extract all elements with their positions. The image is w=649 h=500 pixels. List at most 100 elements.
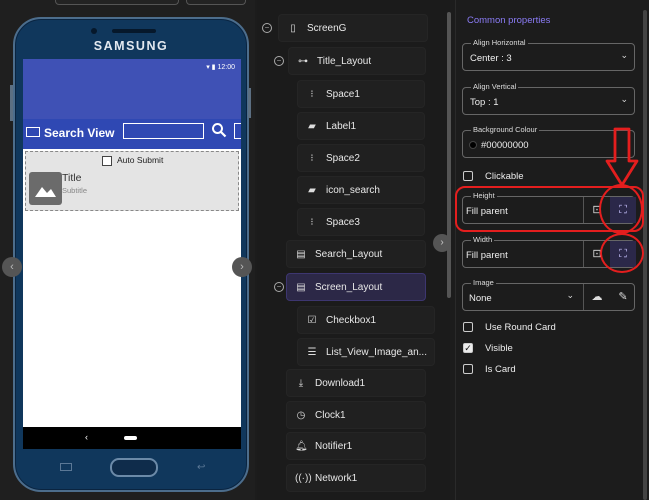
space-placeholder[interactable] xyxy=(26,127,40,137)
image-value: None xyxy=(469,293,492,304)
chevron-down-icon: ⌄ xyxy=(620,94,628,104)
download-icon: ⤓ xyxy=(298,378,304,389)
chevron-left-icon[interactable]: ‹ xyxy=(2,257,22,277)
back-icon[interactable]: ‹ xyxy=(85,432,88,442)
tree-node-label: List_View_Image_an... xyxy=(326,347,427,358)
tree-node-notifier1[interactable]: 🔔︎ Notifier1 xyxy=(286,432,426,460)
align-horizontal-value: Center : 3 xyxy=(470,53,512,64)
clickable-label: Clickable xyxy=(485,171,524,182)
is-card-label: Is Card xyxy=(485,364,516,375)
tree-node-space2[interactable]: ⁝ Space2 xyxy=(297,144,425,172)
status-bar: ▾ ▮ 12:00 xyxy=(23,59,241,77)
phone-icon: ▯ xyxy=(290,23,296,34)
power-button xyxy=(248,88,251,118)
upload-cloud-icon[interactable]: ☁ xyxy=(584,284,610,310)
use-round-card-label: Use Round Card xyxy=(485,322,556,333)
chevron-down-icon: ⌄ xyxy=(566,290,574,300)
list-item-title: Title xyxy=(62,172,82,184)
space-icon: ⁝ xyxy=(310,153,314,164)
tree-node-search-layout[interactable]: ▤ Search_Layout xyxy=(286,240,426,268)
back-key-icon[interactable]: ↩ xyxy=(197,462,205,473)
horizontal-layout-icon: ⊶ xyxy=(298,56,308,67)
clickable-checkbox[interactable] xyxy=(463,171,473,181)
wifi-icon: ▾ xyxy=(206,64,210,71)
chevron-right-icon[interactable]: › xyxy=(232,257,252,277)
tree-node-screeng[interactable]: ▯ ScreenG xyxy=(278,14,428,42)
speaker-grille xyxy=(112,29,156,33)
app-root: SAMSUNG ▾ ▮ 12:00 Search View Auto Submi… xyxy=(0,0,649,500)
align-horizontal-label: Align Horizontal xyxy=(471,38,528,47)
align-vertical-select[interactable]: Align Vertical Top : 1 ⌄ xyxy=(462,82,635,115)
status-time: 12:00 xyxy=(217,64,235,71)
image-field[interactable]: Image None ⌄ ☁ ✎ xyxy=(462,278,636,311)
search-view-title[interactable]: Search View xyxy=(44,126,115,140)
chevron-down-icon: ⌄ xyxy=(620,50,628,60)
space-icon: ⁝ xyxy=(310,89,314,100)
label-icon: ▰ xyxy=(308,121,316,132)
top-tab-left[interactable] xyxy=(55,0,179,5)
colour-swatch[interactable] xyxy=(469,141,477,149)
tree-node-label: Network1 xyxy=(315,473,358,484)
collapse-icon[interactable]: − xyxy=(274,56,284,66)
image-icon: ▰ xyxy=(308,185,316,196)
align-vertical-value: Top : 1 xyxy=(470,97,499,108)
tree-node-network1[interactable]: ((·)) Network1 xyxy=(286,464,426,492)
clock-icon: ◷ xyxy=(296,410,306,421)
phone-frame: SAMSUNG ▾ ▮ 12:00 Search View Auto Submi… xyxy=(13,17,249,492)
tree-node-icon-search[interactable]: ▰ icon_search xyxy=(297,176,425,204)
tree-node-label: Download1 xyxy=(315,378,366,389)
tree-node-label: Label1 xyxy=(326,121,357,132)
tree-node-clock1[interactable]: ◷ Clock1 xyxy=(286,401,426,429)
background-colour-value: #00000000 xyxy=(481,140,529,151)
tree-node-space3[interactable]: ⁝ Space3 xyxy=(297,208,425,236)
annotation-circle xyxy=(599,184,643,234)
tree-node-label: Title_Layout xyxy=(317,56,372,67)
search-icon[interactable] xyxy=(211,122,227,138)
list-item[interactable]: Auto Submit Title Subtitle xyxy=(25,151,239,211)
list-item-subtitle: Subtitle xyxy=(62,186,88,195)
collapse-icon[interactable]: − xyxy=(262,23,272,33)
edit-icon[interactable]: ✎ xyxy=(610,284,636,310)
tree-node-label1[interactable]: ▰ Label1 xyxy=(297,112,425,140)
width-value: Fill parent xyxy=(466,250,508,261)
tree-node-label: Space1 xyxy=(326,89,360,100)
phone-preview-area: SAMSUNG ▾ ▮ 12:00 Search View Auto Submi… xyxy=(0,0,255,500)
visible-label: Visible xyxy=(485,343,513,354)
home-button[interactable] xyxy=(110,458,158,477)
list-icon: ☰ xyxy=(307,347,317,358)
tree-scrollbar[interactable] xyxy=(447,12,451,298)
search-input[interactable] xyxy=(123,123,204,139)
tree-node-label: ScreenG xyxy=(307,23,347,34)
is-card-checkbox[interactable] xyxy=(463,364,473,374)
recents-key-icon[interactable] xyxy=(60,463,72,471)
tree-node-label: Space3 xyxy=(326,217,360,228)
component-tree: − ▯ ScreenG − ⊶ Title_Layout ⁝ Space1 ▰ … xyxy=(257,0,450,500)
tree-node-list-view[interactable]: ☰ List_View_Image_an... xyxy=(297,338,435,366)
space-icon: ⁝ xyxy=(310,217,314,228)
properties-title: Common properties xyxy=(467,15,551,26)
camera-icon xyxy=(91,28,97,34)
visible-checkbox[interactable]: ✓ xyxy=(463,343,473,353)
use-round-card-checkbox[interactable] xyxy=(463,322,473,332)
tree-node-label: Checkbox1 xyxy=(326,315,377,326)
tree-node-space1[interactable]: ⁝ Space1 xyxy=(297,80,425,108)
auto-submit-checkbox[interactable] xyxy=(102,156,112,166)
chevron-right-icon[interactable]: › xyxy=(433,234,451,252)
tree-node-label: Search_Layout xyxy=(315,249,383,260)
annotation-arrow-icon xyxy=(605,127,639,187)
tree-node-checkbox1[interactable]: ☑ Checkbox1 xyxy=(297,306,435,334)
top-tab-right[interactable] xyxy=(186,0,246,5)
home-pill-icon[interactable] xyxy=(124,436,137,440)
tree-node-title-layout[interactable]: ⊶ Title_Layout xyxy=(288,47,426,75)
battery-icon: ▮ xyxy=(211,64,216,71)
align-horizontal-select[interactable]: Align Horizontal Center : 3 ⌄ xyxy=(462,38,635,71)
tree-node-download1[interactable]: ⤓ Download1 xyxy=(286,369,426,397)
tree-node-screen-layout[interactable]: ▤ Screen_Layout xyxy=(286,273,426,301)
auto-submit-label: Auto Submit xyxy=(117,155,164,165)
vertical-layout-icon: ▤ xyxy=(296,249,306,260)
phone-brand: SAMSUNG xyxy=(93,39,169,53)
collapse-icon[interactable]: − xyxy=(274,282,284,292)
tree-node-label: Clock1 xyxy=(315,410,346,421)
phone-screen: ▾ ▮ 12:00 Search View Auto Submit Title … xyxy=(23,59,241,449)
space-placeholder-right[interactable] xyxy=(234,123,241,139)
